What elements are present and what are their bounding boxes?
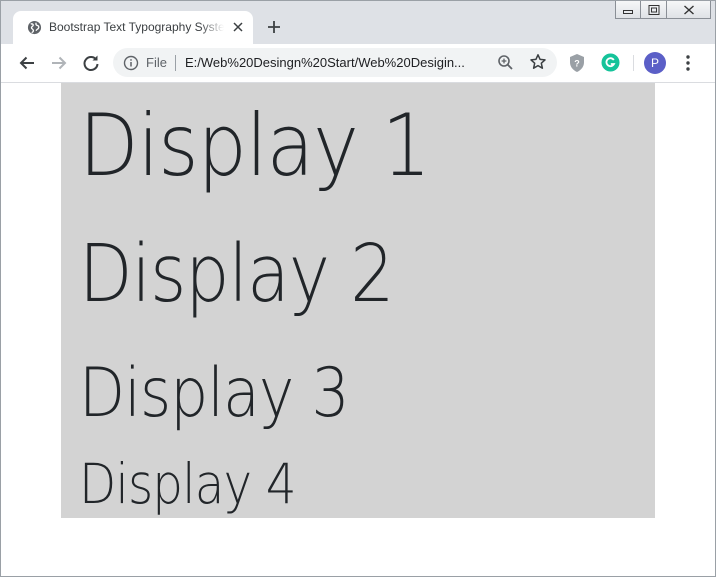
restore-button[interactable]: [641, 1, 667, 19]
toolbar-separator: [633, 55, 634, 71]
globe-icon: [27, 20, 42, 35]
tab-title: Bootstrap Text Typography System: [49, 20, 224, 36]
restore-icon: [648, 4, 659, 15]
svg-text:?: ?: [574, 59, 580, 69]
address-separator: [175, 55, 176, 71]
display-3-heading: Display 3: [79, 354, 350, 433]
display-headings-container: Display 1 Display 2 Display 3 Display 4: [61, 83, 655, 518]
minimize-icon: [623, 9, 633, 14]
grammarly-icon[interactable]: [601, 53, 620, 72]
browser-tab[interactable]: Bootstrap Text Typography System: [13, 11, 253, 44]
star-icon[interactable]: [529, 53, 547, 71]
arrow-right-icon[interactable]: [49, 53, 69, 73]
arrow-left-icon[interactable]: [17, 53, 37, 73]
browser-window: Bootstrap Text Typography System File E:…: [0, 0, 716, 577]
tab-strip: Bootstrap Text Typography System: [1, 1, 715, 44]
kebab-menu-icon[interactable]: [679, 53, 697, 73]
shield-icon[interactable]: ?: [568, 53, 586, 73]
profile-avatar[interactable]: P: [644, 52, 666, 74]
url-text[interactable]: E:/Web%20Desingn%20Start/Web%20Desigin..…: [185, 55, 485, 70]
close-window-button[interactable]: [667, 1, 711, 19]
browser-toolbar: File E:/Web%20Desingn%20Start/Web%20Desi…: [1, 44, 715, 83]
zoom-icon[interactable]: [497, 54, 514, 71]
scheme-label: File: [146, 55, 167, 70]
display-4-heading: Display 4: [79, 452, 297, 516]
display-1-heading: Display 1: [79, 96, 431, 196]
display-2-heading: Display 2: [79, 228, 395, 320]
address-bar[interactable]: File E:/Web%20Desingn%20Start/Web%20Desi…: [113, 48, 557, 77]
close-tab-icon[interactable]: [231, 20, 245, 34]
info-icon[interactable]: [123, 55, 139, 71]
window-controls: [615, 1, 711, 21]
close-window-icon: [683, 4, 694, 15]
reload-icon[interactable]: [81, 53, 101, 73]
minimize-button[interactable]: [615, 1, 641, 19]
new-tab-plus-icon[interactable]: [265, 18, 283, 36]
page-viewport: Display 1 Display 2 Display 3 Display 4: [1, 83, 715, 576]
